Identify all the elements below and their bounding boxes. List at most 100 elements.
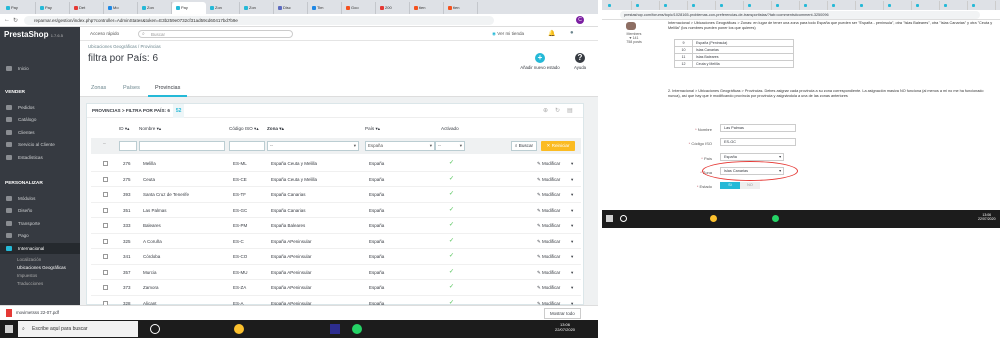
column-zone[interactable]: Zona ▾▴: [267, 126, 284, 132]
column-name[interactable]: Nombre ▾▴: [139, 126, 161, 132]
active-check-icon[interactable]: ✓: [449, 234, 454, 249]
edit-button[interactable]: ✎ Modificar: [537, 280, 560, 295]
status-no[interactable]: NO: [740, 182, 760, 189]
browser-tab[interactable]: [968, 1, 996, 10]
edit-button[interactable]: ✎ Modificar: [537, 265, 560, 280]
column-iso[interactable]: Código ISO ▾▴: [229, 126, 259, 132]
browser-tab[interactable]: Pay: [172, 2, 206, 14]
account-icon[interactable]: ●: [570, 30, 574, 36]
status-yes[interactable]: Sí: [720, 182, 740, 189]
reload-icon[interactable]: ↻: [13, 17, 18, 24]
browser-tab[interactable]: [856, 1, 884, 10]
edit-button[interactable]: ✎ Modificar: [537, 203, 560, 218]
active-check-icon[interactable]: ✓: [449, 187, 454, 202]
table-row[interactable]: 351 Las Palmas ES-GC España Canarias España ✓…: [91, 203, 581, 218]
sidebar-item-catalogo[interactable]: Catálogo: [0, 114, 80, 125]
filter-active-select[interactable]: -- ▾: [435, 141, 465, 151]
tab-paises[interactable]: Países: [116, 79, 147, 97]
table-row[interactable]: 373 Zamora ES-ZA España APeninsular España ✓ ✎…: [91, 280, 581, 296]
bell-icon[interactable]: 🔔: [548, 30, 555, 37]
browser-tab[interactable]: [772, 1, 800, 10]
tab-provincias[interactable]: Provincias: [148, 79, 188, 97]
browser-tab[interactable]: Tim: [308, 2, 342, 14]
sidebar-sub-ubicaciones[interactable]: Ubicaciones Geográficas: [0, 264, 80, 272]
refresh-icon[interactable]: ↻: [555, 107, 560, 114]
browser-tab[interactable]: [884, 1, 912, 10]
browser-tab[interactable]: 200: [376, 2, 410, 14]
browser-tab[interactable]: [800, 1, 828, 10]
chevron-down-icon[interactable]: ▾: [571, 187, 573, 202]
table-row[interactable]: 325 A Coruña ES-C España APeninsular España ✓…: [91, 234, 581, 249]
row-checkbox[interactable]: [103, 285, 108, 290]
filter-id[interactable]: [119, 141, 137, 151]
edit-button[interactable]: ✎ Modificar: [537, 172, 560, 187]
active-check-icon[interactable]: ✓: [449, 218, 454, 233]
active-check-icon[interactable]: ✓: [449, 265, 454, 280]
cortana-icon[interactable]: [150, 324, 160, 334]
filter-iso[interactable]: [229, 141, 265, 151]
chrome-icon[interactable]: [710, 215, 717, 222]
browser-tab[interactable]: Det: [70, 2, 104, 14]
table-row[interactable]: 276 Melilla ES-ML España Ceuta y Melilla Esp…: [91, 156, 581, 172]
browser-tab[interactable]: Pay: [2, 2, 36, 14]
windows-start-icon[interactable]: [606, 215, 613, 222]
windows-start-icon[interactable]: [5, 325, 13, 333]
sidebar-item-inicio[interactable]: Inicio: [0, 63, 80, 74]
edit-button[interactable]: ✎ Modificar: [537, 187, 560, 202]
browser-tab[interactable]: tien: [410, 2, 444, 14]
sidebar-item-pago[interactable]: Pago: [0, 230, 80, 241]
chevron-down-icon[interactable]: ▾: [571, 172, 573, 187]
admin-search-input[interactable]: ⌕ Buscar: [138, 30, 293, 38]
browser-tab[interactable]: [912, 1, 940, 10]
chevron-down-icon[interactable]: ▾: [571, 218, 573, 233]
address-input[interactable]: prestashop.com/forums/topic/1028165-prob…: [620, 11, 980, 19]
browser-tab[interactable]: [744, 1, 772, 10]
table-row[interactable]: 393 Santa Cruz de Tenerife ES-TF España Can…: [91, 187, 581, 203]
browser-tab[interactable]: Zon: [138, 2, 172, 14]
sidebar-item-internacional[interactable]: Internacional: [0, 243, 80, 254]
chevron-down-icon[interactable]: ▾: [571, 265, 573, 280]
browser-tab[interactable]: [632, 1, 660, 10]
show-all-button[interactable]: Mostrar todo: [544, 308, 581, 319]
column-country[interactable]: País ▾▴: [365, 126, 380, 132]
filter-name[interactable]: [139, 141, 225, 151]
active-check-icon[interactable]: ✓: [449, 156, 454, 171]
browser-tab[interactable]: tien: [444, 2, 478, 14]
browser-tab[interactable]: Disc: [274, 2, 308, 14]
country-select[interactable]: España ▾: [720, 153, 784, 161]
active-check-icon[interactable]: ✓: [449, 203, 454, 218]
quick-access[interactable]: Acceso rápido: [90, 31, 119, 36]
table-row[interactable]: 333 Baleares ES-PM España Baleares España ✓ ✎ …: [91, 218, 581, 234]
sidebar-item-pedidos[interactable]: Pedidos: [0, 102, 80, 113]
row-checkbox[interactable]: [103, 269, 108, 275]
sidebar-item-diseno[interactable]: Diseño: [0, 205, 80, 216]
row-checkbox[interactable]: [103, 176, 108, 182]
sidebar-sub-impuestos[interactable]: Impuestos: [0, 272, 80, 280]
table-row[interactable]: 341 Córdoba ES-CO España APeninsular España ✓…: [91, 249, 581, 265]
whatsapp-icon[interactable]: [772, 215, 779, 222]
table-row[interactable]: 357 Murcia ES-MU España APeninsular España ✓ ✎…: [91, 265, 581, 280]
chevron-down-icon[interactable]: ▾: [571, 280, 573, 295]
add-state-button[interactable]: + Añadir nuevo estado: [520, 53, 560, 70]
whatsapp-icon[interactable]: [352, 324, 362, 334]
download-filename[interactable]: movimetsss 22-07.pdf: [16, 310, 59, 315]
browser-tab[interactable]: Mo: [104, 2, 138, 14]
address-input[interactable]: reparnar.es/gestion/index.php?controller…: [24, 16, 494, 25]
active-check-icon[interactable]: ✓: [449, 280, 454, 295]
browser-tab[interactable]: [940, 1, 968, 10]
chevron-down-icon[interactable]: ▾: [571, 203, 573, 218]
sidebar-item-servicio[interactable]: Servicio al Cliente: [0, 139, 80, 150]
edit-button[interactable]: ✎ Modificar: [537, 234, 560, 249]
row-checkbox[interactable]: [103, 207, 108, 213]
edit-button[interactable]: ✎ Modificar: [537, 218, 560, 233]
edit-button[interactable]: ✎ Modificar: [537, 156, 560, 171]
filter-country-select[interactable]: España ▾: [365, 141, 435, 151]
browser-tab[interactable]: [660, 1, 688, 10]
row-checkbox[interactable]: [103, 238, 108, 244]
active-check-icon[interactable]: ✓: [449, 249, 454, 264]
row-checkbox[interactable]: [103, 161, 108, 166]
search-button[interactable]: ⌕ Buscar: [511, 141, 537, 151]
browser-tab[interactable]: [604, 1, 632, 10]
chevron-down-icon[interactable]: ▾: [571, 249, 573, 264]
sidebar-sub-localizacion[interactable]: Localización: [0, 256, 80, 264]
